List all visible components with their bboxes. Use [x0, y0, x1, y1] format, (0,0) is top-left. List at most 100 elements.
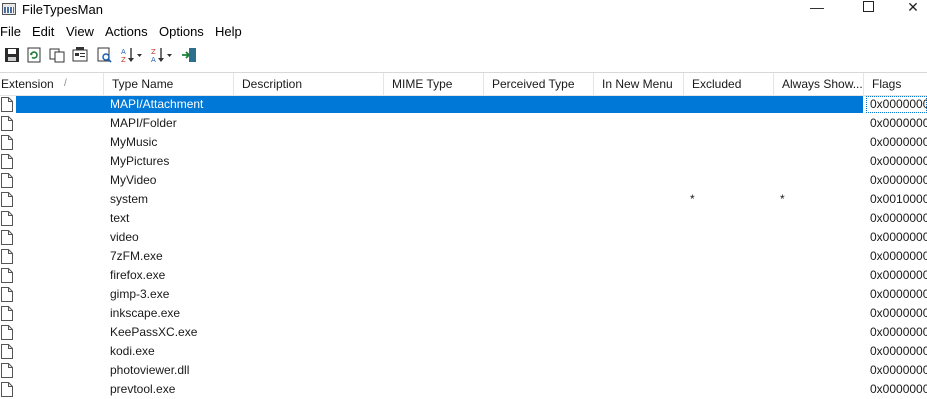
sort-descending-icon[interactable]: ZA — [150, 46, 174, 64]
column-type-name[interactable]: Type Name — [104, 73, 234, 95]
excluded-cell: * — [690, 192, 695, 206]
file-icon — [1, 344, 13, 359]
window-title: FileTypesMan — [22, 2, 103, 17]
excluded-cell — [690, 361, 720, 380]
always-show-cell — [780, 304, 810, 323]
table-row[interactable]: video 0x0000000 — [0, 228, 927, 247]
table-row[interactable]: MyMusic 0x0000000 — [0, 133, 927, 152]
table-row[interactable]: system * * 0x0010000 — [0, 190, 927, 209]
flags-cell: 0x0000000 — [870, 97, 927, 111]
table-row[interactable]: MAPI/Attachment 0x0000000 — [0, 95, 927, 114]
type-name-cell: photoviewer.dll — [110, 363, 190, 377]
table-row[interactable]: kodi.exe 0x0000000 — [0, 342, 927, 361]
type-name-cell: MyPictures — [110, 154, 170, 168]
table-row[interactable]: inkscape.exe 0x0000000 — [0, 304, 927, 323]
file-icon — [1, 287, 13, 302]
file-icon — [1, 97, 13, 112]
menu-actions[interactable]: Actions — [105, 24, 148, 39]
menu-edit[interactable]: Edit — [32, 24, 54, 39]
table-row[interactable]: prevtool.exe 0x0000000 — [0, 380, 927, 399]
menu-file[interactable]: File — [0, 24, 21, 39]
excluded-cell — [690, 209, 720, 228]
table-row[interactable]: 7zFM.exe 0x0000000 — [0, 247, 927, 266]
excluded-cell — [690, 323, 720, 342]
flags-cell: 0x0000000 — [870, 363, 927, 377]
type-name-cell: text — [110, 211, 130, 225]
always-show-cell — [780, 266, 810, 285]
find-icon[interactable] — [95, 46, 113, 64]
flags-cell: 0x0000000 — [870, 173, 927, 187]
file-icon — [1, 192, 13, 207]
column-excluded[interactable]: Excluded — [684, 73, 774, 95]
file-icon — [1, 325, 13, 340]
flags-cell: 0x0000000 — [870, 325, 927, 339]
minimize-button[interactable]: — — [794, 0, 840, 14]
svg-text:Z: Z — [151, 48, 156, 56]
always-show-cell — [780, 247, 810, 266]
always-show-cell — [780, 380, 810, 399]
column-always-show[interactable]: Always Show... — [774, 73, 864, 95]
excluded-cell — [690, 304, 720, 323]
table-row[interactable]: MyPictures 0x0000000 — [0, 152, 927, 171]
type-name-cell: kodi.exe — [110, 344, 155, 358]
refresh-icon[interactable] — [25, 46, 43, 64]
excluded-cell — [690, 247, 720, 266]
close-button[interactable]: ✕ — [890, 0, 927, 14]
file-icon — [1, 230, 13, 245]
flags-cell: 0x0000000 — [870, 135, 927, 149]
copy-icon[interactable] — [48, 46, 66, 64]
table-row[interactable]: firefox.exe 0x0000000 — [0, 266, 927, 285]
file-icon — [1, 382, 13, 397]
excluded-cell — [690, 228, 720, 247]
column-perceived-type[interactable]: Perceived Type — [484, 73, 594, 95]
menu-view[interactable]: View — [66, 24, 94, 39]
type-name-cell: firefox.exe — [110, 268, 166, 282]
file-icon — [1, 173, 13, 188]
file-icon — [1, 363, 13, 378]
excluded-cell — [690, 285, 720, 304]
always-show-cell: * — [780, 192, 785, 206]
svg-text:Z: Z — [121, 56, 126, 64]
table-row[interactable]: MyVideo 0x0000000 — [0, 171, 927, 190]
save-icon[interactable] — [3, 46, 21, 64]
always-show-cell — [780, 209, 810, 228]
file-icon — [1, 268, 13, 283]
excluded-cell — [690, 114, 720, 133]
table-row[interactable]: MAPI/Folder 0x0000000 — [0, 114, 927, 133]
always-show-cell — [780, 285, 810, 304]
maximize-button[interactable] — [845, 0, 891, 14]
menu-options[interactable]: Options — [159, 24, 204, 39]
sort-ascending-icon[interactable]: AZ — [120, 46, 144, 64]
column-in-new-menu[interactable]: In New Menu — [594, 73, 684, 95]
app-icon — [2, 3, 16, 15]
maximize-icon — [862, 1, 874, 12]
svg-text:A: A — [121, 48, 126, 56]
excluded-cell — [690, 171, 720, 190]
table-row[interactable]: KeePassXC.exe 0x0000000 — [0, 323, 927, 342]
flags-cell: 0x0010000 — [870, 192, 927, 206]
flags-cell: 0x0000000 — [870, 230, 927, 244]
table-row[interactable]: text 0x0000000 — [0, 209, 927, 228]
excluded-cell — [690, 95, 720, 114]
toolbar: AZ ZA — [0, 43, 927, 67]
type-name-cell: prevtool.exe — [110, 382, 176, 396]
table-row[interactable]: photoviewer.dll 0x0000000 — [0, 361, 927, 380]
column-mime-type[interactable]: MIME Type — [384, 73, 484, 95]
exit-icon[interactable] — [180, 46, 198, 64]
type-name-cell: inkscape.exe — [110, 306, 181, 320]
title-bar: FileTypesMan — ✕ — [0, 0, 927, 22]
column-description[interactable]: Description — [234, 73, 384, 95]
always-show-cell — [780, 95, 810, 114]
table-row[interactable]: gimp-3.exe 0x0000000 — [0, 285, 927, 304]
column-extension[interactable]: Extension / — [0, 73, 104, 95]
excluded-cell — [690, 266, 720, 285]
file-icon — [1, 249, 13, 264]
type-name-cell: gimp-3.exe — [110, 287, 170, 301]
menu-help[interactable]: Help — [215, 24, 242, 39]
excluded-cell — [690, 133, 720, 152]
properties-icon[interactable] — [71, 46, 89, 64]
column-flags[interactable]: Flags — [864, 73, 927, 95]
excluded-cell — [690, 380, 720, 399]
flags-cell: 0x0000000 — [870, 344, 927, 358]
menu-bar: File Edit View Actions Options Help — [0, 22, 927, 42]
